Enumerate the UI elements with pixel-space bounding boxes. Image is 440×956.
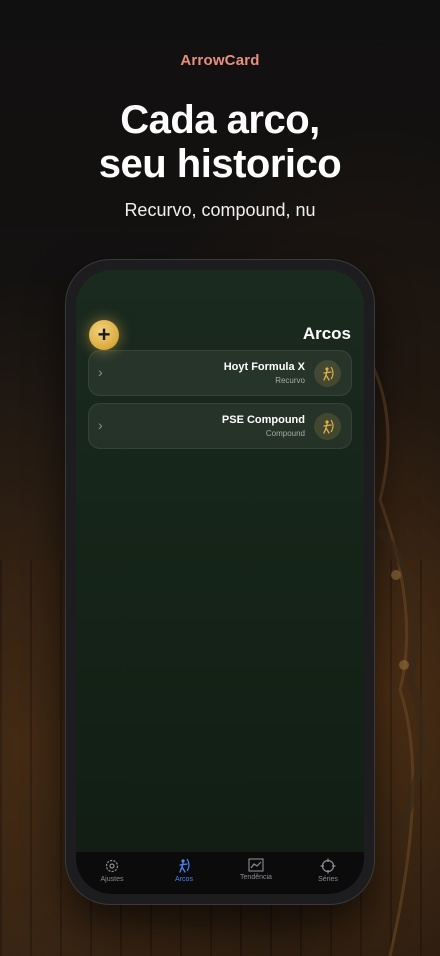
- archer-icon: [179, 858, 190, 873]
- crosshair-icon: [320, 858, 336, 874]
- tab-label: Ajustes: [100, 876, 124, 883]
- bow-type: Compound: [265, 429, 305, 438]
- headline-line-1: Cada arco,: [120, 98, 320, 142]
- bow-name: Hoyt Formula X: [223, 361, 305, 373]
- tab-label: Tendência: [240, 874, 272, 881]
- trend-chart-icon: [248, 858, 264, 872]
- phone-frame: + Arcos › Hoyt Formula X Recurvo › PSE C…: [66, 260, 374, 904]
- page-title: Arcos: [302, 324, 351, 343]
- tab-bar: Ajustes Arcos Tendência Séries: [76, 851, 364, 894]
- chevron-right-icon: ›: [98, 417, 103, 433]
- tab-tendencia[interactable]: Tendência: [220, 858, 292, 881]
- archer-icon: [314, 360, 341, 387]
- tab-label: Séries: [318, 876, 338, 883]
- add-bow-button[interactable]: +: [89, 320, 119, 350]
- headline: Cada arco, seu historico: [0, 98, 440, 186]
- bow-card[interactable]: › PSE Compound Compound: [88, 403, 352, 449]
- tab-arcos[interactable]: Arcos: [148, 858, 220, 883]
- chevron-right-icon: ›: [98, 364, 103, 380]
- gear-icon: [105, 859, 119, 873]
- tab-label: Arcos: [175, 876, 193, 883]
- bow-type: Recurvo: [275, 376, 305, 385]
- bow-card[interactable]: › Hoyt Formula X Recurvo: [88, 350, 352, 396]
- headline-line-2: seu historico: [98, 142, 342, 186]
- archer-icon: [314, 413, 341, 440]
- tab-series[interactable]: Séries: [292, 858, 364, 883]
- bow-name: PSE Compound: [221, 414, 305, 426]
- app-screen: + Arcos › Hoyt Formula X Recurvo › PSE C…: [76, 270, 364, 894]
- brand-name: ArrowCard: [180, 52, 260, 69]
- subheadline: Recurvo, compound, nu: [124, 200, 316, 220]
- tab-ajustes[interactable]: Ajustes: [76, 858, 148, 883]
